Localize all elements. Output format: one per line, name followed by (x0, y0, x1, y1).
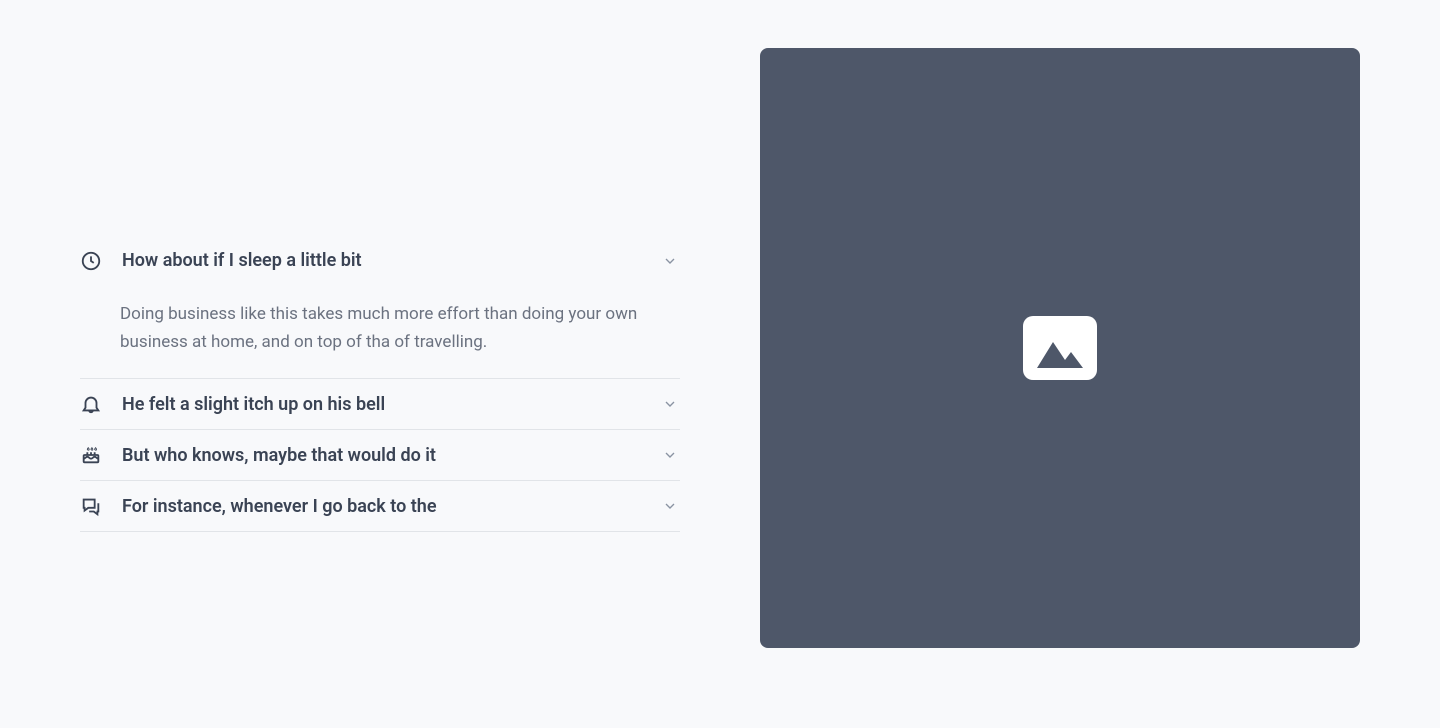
chevron-down-icon (660, 445, 680, 465)
accordion-body: Doing business like this takes much more… (80, 286, 680, 378)
accordion-title: How about if I sleep a little bit (122, 250, 640, 271)
accordion-header-1[interactable]: How about if I sleep a little bit (80, 236, 680, 286)
chat-icon (80, 495, 102, 517)
image-panel (760, 48, 1360, 648)
bell-icon (80, 393, 102, 415)
accordion-title: But who knows, maybe that would do it (122, 445, 640, 466)
accordion-header-3[interactable]: But who knows, maybe that would do it (80, 430, 680, 480)
image-placeholder-icon (1023, 316, 1097, 380)
accordion-item: For instance, whenever I go back to the (80, 481, 680, 532)
accordion-item: But who knows, maybe that would do it (80, 430, 680, 481)
accordion-header-2[interactable]: He felt a slight itch up on his bell (80, 379, 680, 429)
clock-icon (80, 250, 102, 272)
main-container: How about if I sleep a little bit Doing … (0, 0, 1440, 728)
accordion-panel: How about if I sleep a little bit Doing … (80, 48, 680, 680)
chevron-down-icon (660, 394, 680, 414)
accordion-title: For instance, whenever I go back to the (122, 496, 640, 517)
accordion-item: He felt a slight itch up on his bell (80, 379, 680, 430)
chevron-down-icon (660, 251, 680, 271)
accordion: How about if I sleep a little bit Doing … (80, 236, 680, 532)
accordion-header-4[interactable]: For instance, whenever I go back to the (80, 481, 680, 531)
accordion-item: How about if I sleep a little bit Doing … (80, 236, 680, 379)
cake-icon (80, 444, 102, 466)
accordion-title: He felt a slight itch up on his bell (122, 394, 640, 415)
chevron-down-icon (660, 496, 680, 516)
